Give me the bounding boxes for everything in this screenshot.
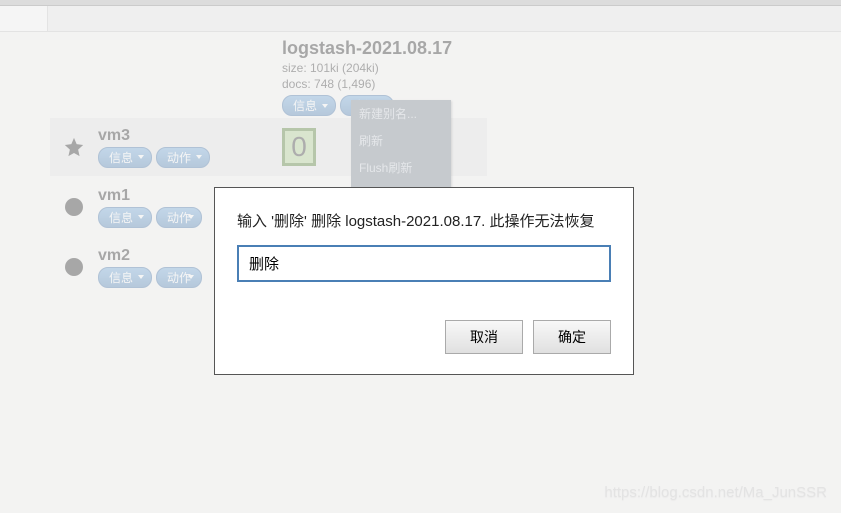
dialog-prompt: 输入 '删除' 删除 logstash-2021.08.17. 此操作无法恢复 <box>237 210 611 231</box>
cancel-button[interactable]: 取消 <box>445 320 523 354</box>
confirm-button[interactable]: 确定 <box>533 320 611 354</box>
confirm-input[interactable] <box>237 245 611 282</box>
delete-confirm-dialog: 输入 '删除' 删除 logstash-2021.08.17. 此操作无法恢复 … <box>214 187 634 375</box>
